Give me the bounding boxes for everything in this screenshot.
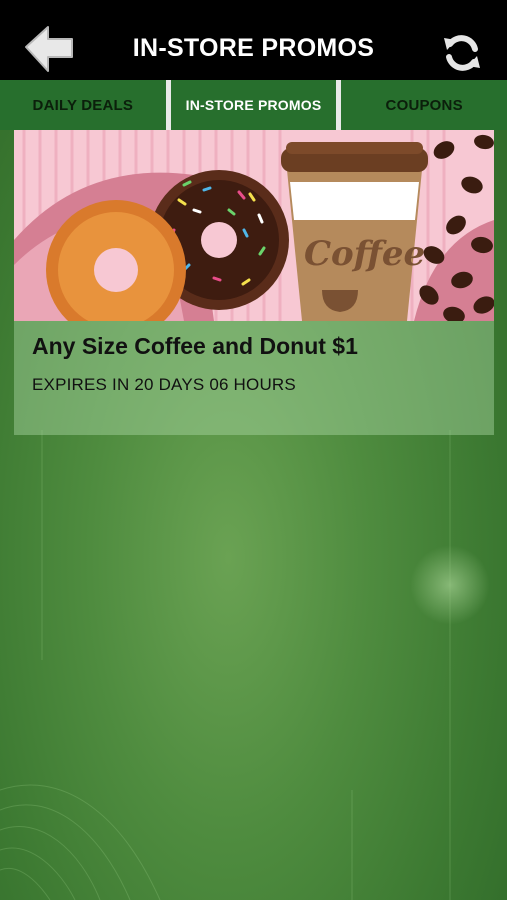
cup-label: Coffee xyxy=(304,234,425,274)
promo-card[interactable]: Coffee Any Size Coffee and Donut $1 EXPI… xyxy=(14,130,494,435)
promo-expiry: EXPIRES IN 20 DAYS 06 HOURS xyxy=(32,375,296,394)
tab-label: DAILY DEALS xyxy=(32,96,134,114)
refresh-icon[interactable] xyxy=(441,32,483,74)
tab-label: COUPONS xyxy=(385,96,463,114)
tab-label: IN-STORE PROMOS xyxy=(185,97,322,113)
page-title: IN-STORE PROMOS xyxy=(132,34,375,62)
coffee-donut-illustration: Coffee xyxy=(14,130,494,321)
tab-in-store-promos[interactable]: IN-STORE PROMOS xyxy=(171,80,337,130)
tab-daily-deals[interactable]: DAILY DEALS xyxy=(0,80,166,130)
tab-bar: DAILY DEALS IN-STORE PROMOS COUPONS xyxy=(0,80,507,130)
promo-title: Any Size Coffee and Donut $1 xyxy=(32,333,358,359)
background-decoration xyxy=(0,430,451,900)
tab-coupons[interactable]: COUPONS xyxy=(341,80,507,130)
top-bar: IN-STORE PROMOS xyxy=(0,0,507,80)
promo-image: Coffee xyxy=(14,130,494,321)
